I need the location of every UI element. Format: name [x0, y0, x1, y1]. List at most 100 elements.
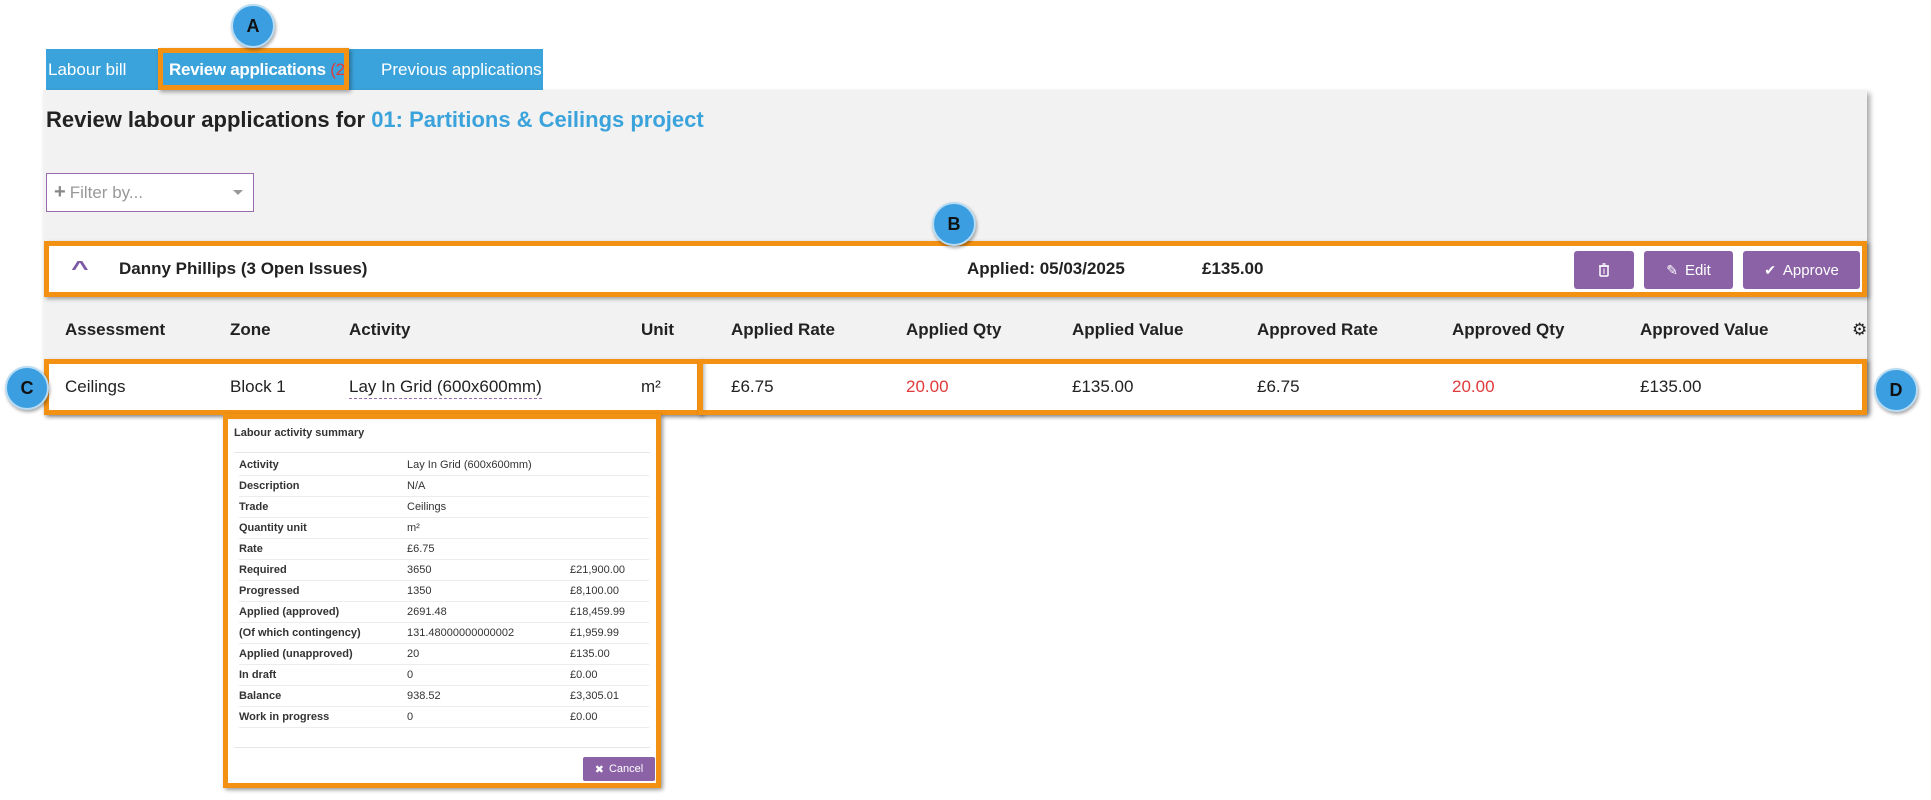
summary-label: Balance	[239, 690, 282, 702]
cell-activity-link[interactable]: Lay In Grid (600x600mm)	[349, 377, 542, 399]
summary-value: 938.52	[407, 690, 441, 702]
applicant-name: Danny Phillips (3 Open Issues)	[119, 259, 368, 278]
summary-value: £6.75	[407, 543, 435, 555]
summary-amount: £8,100.00	[570, 585, 619, 597]
summary-row: Description N/A	[239, 476, 649, 497]
trash-icon	[1599, 263, 1609, 277]
header-approved-qty[interactable]: Approved Qty	[1452, 320, 1564, 340]
cell-applied-qty: 20.00	[906, 377, 949, 396]
filter-placeholder: Filter by...	[69, 182, 144, 202]
summary-value: 1350	[407, 585, 432, 597]
summary-row: Work in progress 0 £0.00	[239, 707, 649, 728]
review-count-badge: (2)	[330, 60, 351, 79]
header-applied-qty[interactable]: Applied Qty	[906, 320, 1001, 340]
summary-row: Applied (unapproved) 20 £135.00	[239, 644, 649, 665]
marker-b: B	[932, 202, 976, 246]
summary-row: Rate £6.75	[239, 539, 649, 560]
tab-labour-bill[interactable]: Labour bill	[48, 49, 126, 90]
summary-amount: £21,900.00	[570, 564, 626, 576]
summary-amount: £1,959.99	[570, 627, 619, 639]
summary-amount: £0.00	[570, 711, 598, 723]
caret-down-icon	[233, 190, 243, 195]
summary-label: Activity	[239, 459, 279, 471]
tab-review-applications[interactable]: Review applications (2)	[169, 49, 350, 90]
summary-label: Work in progress	[239, 711, 330, 723]
cell-applied-rate: £6.75	[731, 377, 774, 396]
header-activity[interactable]: Activity	[349, 320, 410, 340]
approve-button-label: Approve	[1782, 261, 1839, 279]
summary-row: Trade Ceilings	[239, 497, 649, 518]
summary-label: Description	[239, 480, 300, 492]
header-assessment[interactable]: Assessment	[65, 320, 165, 340]
screen: Labour bill Review applications (2) Prev…	[0, 0, 1931, 800]
summary-value: 131.48000000000002	[407, 627, 515, 639]
table-row: Ceilings Block 1 Lay In Grid (600x600mm)…	[46, 362, 1864, 412]
cell-unit: m²	[641, 377, 661, 396]
cell-approved-rate: £6.75	[1257, 377, 1300, 396]
table-header: Assessment Zone Activity Unit Applied Ra…	[46, 304, 1867, 354]
popup-title: Labour activity summary	[234, 427, 365, 439]
summary-value: 0	[407, 669, 414, 681]
summary-value: 20	[407, 648, 420, 660]
summary-label: In draft	[239, 669, 277, 681]
edit-icon: ✎	[1666, 261, 1678, 278]
cell-assessment: Ceilings	[65, 377, 126, 396]
summary-amount: £135.00	[570, 648, 610, 660]
summary-label: Rate	[239, 543, 263, 555]
project-link[interactable]: 01: Partitions & Ceilings project	[371, 107, 704, 132]
header-zone[interactable]: Zone	[230, 320, 271, 340]
filter-dropdown[interactable]: + Filter by...	[46, 173, 254, 212]
chevron-up-icon[interactable]: ^	[71, 258, 89, 281]
applied-date: Applied: 05/03/2025	[967, 259, 1125, 278]
marker-a: A	[231, 4, 275, 48]
edit-button-label: Edit	[1684, 261, 1711, 279]
marker-c: C	[5, 366, 49, 410]
summary-label: Required	[239, 564, 287, 576]
summary-row: Quantity unit m²	[239, 518, 649, 539]
application-total: £135.00	[1202, 259, 1264, 278]
popup-divider	[234, 452, 650, 453]
popup-footer-divider	[234, 747, 650, 748]
header-applied-value[interactable]: Applied Value	[1072, 320, 1183, 340]
summary-label: Progressed	[239, 585, 300, 597]
summary-row: Balance 938.52 £3,305.01	[239, 686, 649, 707]
summary-value: 2691.48	[407, 606, 447, 618]
summary-row: (Of which contingency) 131.48000000000002…	[239, 623, 649, 644]
summary-amount: £18,459.99	[570, 606, 626, 618]
cell-zone: Block 1	[230, 377, 286, 396]
delete-button[interactable]	[1574, 251, 1634, 289]
cell-approved-value: £135.00	[1640, 377, 1702, 396]
close-icon: ✖	[594, 763, 604, 776]
tab-bar: Labour bill Review applications (2) Prev…	[46, 49, 543, 90]
summary-row: Applied (approved) 2691.48 £18,459.99	[239, 602, 649, 623]
header-applied-rate[interactable]: Applied Rate	[731, 320, 835, 340]
summary-row: Required 3650 £21,900.00	[239, 560, 649, 581]
header-unit[interactable]: Unit	[641, 320, 674, 340]
summary-label: Trade	[239, 501, 269, 513]
approve-button[interactable]: ✔ Approve	[1743, 251, 1860, 289]
application-row: ^ Danny Phillips (3 Open Issues) Applied…	[46, 244, 1864, 296]
summary-amount: £3,305.01	[570, 690, 619, 702]
header-approved-rate[interactable]: Approved Rate	[1257, 320, 1378, 340]
cancel-button[interactable]: ✖ Cancel	[583, 757, 655, 781]
summary-amount: £0.00	[570, 669, 598, 681]
gear-icon[interactable]: ⚙	[1852, 320, 1867, 340]
page-title-prefix: Review labour applications for	[46, 107, 372, 132]
summary-value: Ceilings	[407, 501, 447, 513]
summary-row: In draft 0 £0.00	[239, 665, 649, 686]
cell-applied-value: £135.00	[1072, 377, 1134, 396]
summary-label: Applied (approved)	[239, 606, 340, 618]
summary-label: Quantity unit	[239, 522, 307, 534]
cell-approved-qty: 20.00	[1452, 377, 1495, 396]
summary-value: N/A	[407, 480, 426, 492]
edit-button[interactable]: ✎ Edit	[1644, 251, 1733, 289]
tab-review-label: Review applications	[169, 60, 326, 79]
check-icon: ✔	[1764, 261, 1776, 278]
summary-row: Progressed 1350 £8,100.00	[239, 581, 649, 602]
tab-previous-applications[interactable]: Previous applications	[381, 49, 542, 90]
summary-value: 3650	[407, 564, 432, 576]
header-approved-value[interactable]: Approved Value	[1640, 320, 1768, 340]
cancel-button-label: Cancel	[608, 763, 644, 775]
summary-label: Applied (unapproved)	[239, 648, 353, 660]
summary-value: m²	[407, 522, 420, 534]
